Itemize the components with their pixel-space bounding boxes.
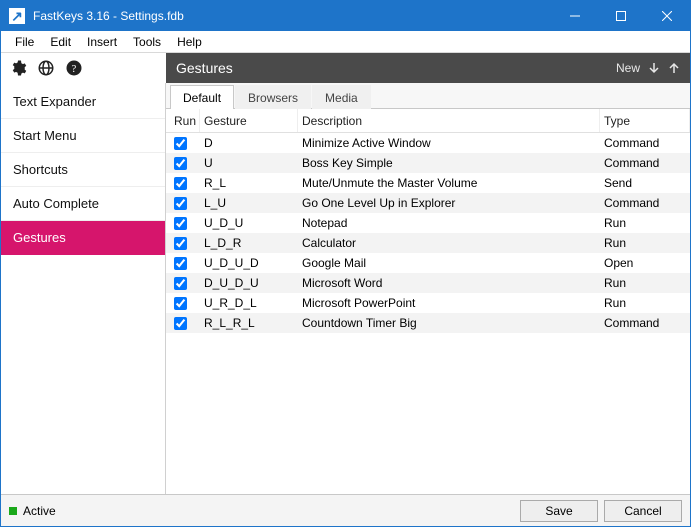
sidebar-item-auto-complete[interactable]: Auto Complete xyxy=(1,187,165,221)
cell-type: Run xyxy=(600,276,690,290)
cell-gesture: L_D_R xyxy=(200,236,298,250)
run-checkbox[interactable] xyxy=(174,197,187,210)
sidebar-item-shortcuts[interactable]: Shortcuts xyxy=(1,153,165,187)
table-row[interactable]: UBoss Key SimpleCommand xyxy=(166,153,690,173)
maximize-button[interactable] xyxy=(598,1,644,31)
status-text: Active xyxy=(23,504,56,518)
gesture-table: Run Gesture Description Type DMinimize A… xyxy=(166,109,690,494)
cell-description: Minimize Active Window xyxy=(298,136,600,150)
sidebar-item-start-menu[interactable]: Start Menu xyxy=(1,119,165,153)
statusbar: Active Save Cancel xyxy=(1,494,690,526)
toolbar: ? Gestures New xyxy=(1,53,690,83)
cell-type: Command xyxy=(600,196,690,210)
cell-type: Send xyxy=(600,176,690,190)
tab-media[interactable]: Media xyxy=(312,85,371,109)
cell-gesture: U xyxy=(200,156,298,170)
table-row[interactable]: R_LMute/Unmute the Master VolumeSend xyxy=(166,173,690,193)
cell-description: Microsoft Word xyxy=(298,276,600,290)
section-title: Gestures xyxy=(176,60,233,76)
run-checkbox[interactable] xyxy=(174,237,187,250)
table-header: Run Gesture Description Type xyxy=(166,109,690,133)
cell-gesture: R_L xyxy=(200,176,298,190)
cell-type: Command xyxy=(600,136,690,150)
menu-file[interactable]: File xyxy=(7,33,42,51)
cell-type: Open xyxy=(600,256,690,270)
minimize-button[interactable] xyxy=(552,1,598,31)
col-header-type[interactable]: Type xyxy=(600,109,690,132)
sidebar-item-gestures[interactable]: Gestures xyxy=(1,221,165,255)
window-title: FastKeys 3.16 - Settings.fdb xyxy=(33,9,184,23)
cell-gesture: D_U_D_U xyxy=(200,276,298,290)
cell-description: Notepad xyxy=(298,216,600,230)
cell-description: Boss Key Simple xyxy=(298,156,600,170)
gear-icon[interactable] xyxy=(9,59,27,77)
tab-default[interactable]: Default xyxy=(170,85,234,109)
table-row[interactable]: U_D_UNotepadRun xyxy=(166,213,690,233)
cell-description: Countdown Timer Big xyxy=(298,316,600,330)
section-header: Gestures New xyxy=(166,53,690,83)
cell-gesture: L_U xyxy=(200,196,298,210)
run-checkbox[interactable] xyxy=(174,177,187,190)
menubar: File Edit Insert Tools Help xyxy=(1,31,690,53)
col-header-description[interactable]: Description xyxy=(298,109,600,132)
table-row[interactable]: D_U_D_UMicrosoft WordRun xyxy=(166,273,690,293)
cell-type: Run xyxy=(600,216,690,230)
arrow-down-icon[interactable] xyxy=(648,62,660,74)
cell-description: Calculator xyxy=(298,236,600,250)
table-row[interactable]: DMinimize Active WindowCommand xyxy=(166,133,690,153)
table-row[interactable]: L_UGo One Level Up in ExplorerCommand xyxy=(166,193,690,213)
globe-icon[interactable] xyxy=(37,59,55,77)
cell-description: Google Mail xyxy=(298,256,600,270)
run-checkbox[interactable] xyxy=(174,317,187,330)
cell-type: Command xyxy=(600,156,690,170)
cell-description: Go One Level Up in Explorer xyxy=(298,196,600,210)
cell-type: Run xyxy=(600,296,690,310)
cell-description: Microsoft PowerPoint xyxy=(298,296,600,310)
status-indicator-icon xyxy=(9,507,17,515)
app-icon: ↗ xyxy=(9,8,25,24)
cell-description: Mute/Unmute the Master Volume xyxy=(298,176,600,190)
cell-type: Command xyxy=(600,316,690,330)
run-checkbox[interactable] xyxy=(174,217,187,230)
col-header-run[interactable]: Run xyxy=(166,109,200,132)
arrow-up-icon[interactable] xyxy=(668,62,680,74)
titlebar: ↗ FastKeys 3.16 - Settings.fdb xyxy=(1,1,690,31)
close-button[interactable] xyxy=(644,1,690,31)
run-checkbox[interactable] xyxy=(174,257,187,270)
table-row[interactable]: L_D_RCalculatorRun xyxy=(166,233,690,253)
menu-help[interactable]: Help xyxy=(169,33,210,51)
cell-gesture: U_D_U_D xyxy=(200,256,298,270)
cell-gesture: U_D_U xyxy=(200,216,298,230)
run-checkbox[interactable] xyxy=(174,157,187,170)
table-row[interactable]: U_R_D_LMicrosoft PowerPointRun xyxy=(166,293,690,313)
sidebar: Text ExpanderStart MenuShortcutsAuto Com… xyxy=(1,83,166,494)
run-checkbox[interactable] xyxy=(174,137,187,150)
table-row[interactable]: U_D_U_DGoogle MailOpen xyxy=(166,253,690,273)
menu-edit[interactable]: Edit xyxy=(42,33,79,51)
table-row[interactable]: R_L_R_LCountdown Timer BigCommand xyxy=(166,313,690,333)
tab-browsers[interactable]: Browsers xyxy=(235,85,311,109)
cancel-button[interactable]: Cancel xyxy=(604,500,682,522)
cell-gesture: R_L_R_L xyxy=(200,316,298,330)
col-header-gesture[interactable]: Gesture xyxy=(200,109,298,132)
save-button[interactable]: Save xyxy=(520,500,598,522)
cell-gesture: D xyxy=(200,136,298,150)
new-button[interactable]: New xyxy=(616,61,640,75)
run-checkbox[interactable] xyxy=(174,277,187,290)
svg-text:?: ? xyxy=(72,64,77,75)
cell-gesture: U_R_D_L xyxy=(200,296,298,310)
menu-tools[interactable]: Tools xyxy=(125,33,169,51)
sidebar-item-text-expander[interactable]: Text Expander xyxy=(1,85,165,119)
run-checkbox[interactable] xyxy=(174,297,187,310)
tabs: DefaultBrowsersMedia xyxy=(166,83,690,109)
cell-type: Run xyxy=(600,236,690,250)
main-panel: DefaultBrowsersMedia Run Gesture Descrip… xyxy=(166,83,690,494)
menu-insert[interactable]: Insert xyxy=(79,33,125,51)
help-icon[interactable]: ? xyxy=(65,59,83,77)
